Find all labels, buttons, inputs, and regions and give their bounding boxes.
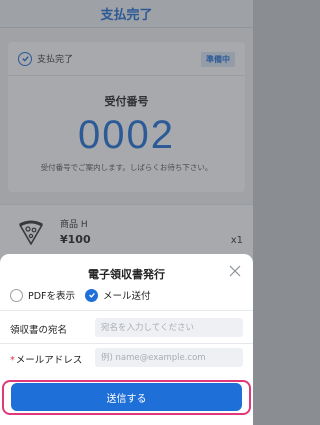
send-button[interactable]: 送信する — [11, 383, 242, 411]
close-button[interactable] — [227, 263, 243, 279]
email-label: メールアドレス — [15, 355, 83, 366]
receipt-modal: 電子領収書発行 PDFを表示 メール送付 領収書の宛名 *メールアドレス 送信す… — [0, 254, 253, 425]
divider — [0, 343, 253, 344]
modal-title: 電子領収書発行 — [88, 268, 165, 281]
email-input[interactable] — [95, 348, 243, 367]
radio-checked-icon[interactable] — [85, 288, 99, 302]
delivery-options: PDFを表示 メール送付 — [10, 288, 161, 302]
option-email-label: メール送付 — [103, 291, 151, 302]
option-pdf[interactable]: PDFを表示 — [10, 288, 75, 302]
recipient-name-label: 領収書の宛名 — [10, 325, 68, 336]
radio-unchecked-icon[interactable] — [10, 288, 23, 302]
email-label-row: *メールアドレス — [10, 352, 82, 366]
divider — [0, 310, 253, 311]
close-icon — [229, 265, 241, 277]
option-pdf-label: PDFを表示 — [28, 291, 76, 302]
option-email[interactable]: メール送付 — [85, 288, 151, 302]
recipient-name-input[interactable] — [95, 318, 243, 337]
required-mark: * — [10, 355, 15, 366]
